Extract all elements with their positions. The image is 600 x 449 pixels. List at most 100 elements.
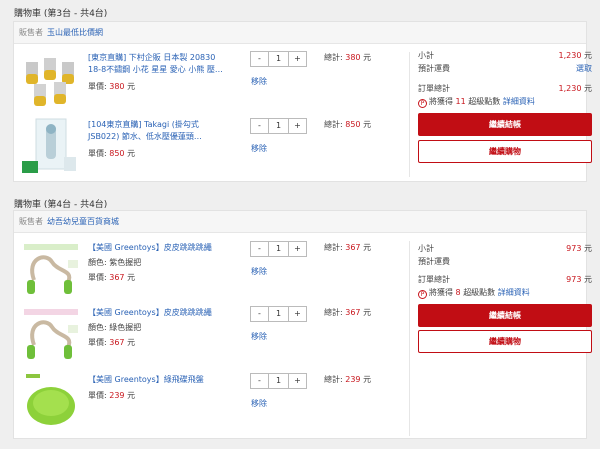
order-total-label: 訂單總計 (418, 275, 450, 284)
item-total-value: 850 (345, 120, 361, 129)
order-total-row: 訂單總計 1,230 元 (418, 83, 592, 94)
unit-price: 單價: 367 元 (88, 272, 135, 283)
unit-price: 單價: 380 元 (88, 81, 135, 92)
seller-label: 販售者 (19, 28, 43, 37)
currency: 元 (363, 243, 372, 252)
unit-price: 單價: 850 元 (88, 148, 135, 159)
shipping-row: 預計運費 選取 (418, 63, 592, 74)
currency: 元 (363, 375, 372, 384)
points-detail-link[interactable]: 詳細資料 (503, 97, 535, 106)
unit-price-label: 單價: (88, 273, 107, 282)
item-total-value: 367 (345, 243, 361, 252)
cart-item: 【美國 Greentoys】皮皮跳跳跳繩 顏色: 綠色握把 單價: 367 元 … (14, 303, 396, 367)
quantity-stepper: - 1 + (250, 118, 307, 134)
continue-shopping-button[interactable]: 繼續購物 (418, 140, 592, 163)
qty-value[interactable]: 1 (268, 52, 289, 66)
currency: 元 (127, 273, 136, 282)
shipping-label: 預計運費 (418, 64, 450, 73)
subtotal-label: 小計 (418, 244, 434, 253)
points-detail-link[interactable]: 詳細資料 (498, 288, 530, 297)
order-total-label: 訂單總計 (418, 84, 450, 93)
points-row: P 將獲得 8 超級點數 詳細資料 (418, 287, 592, 299)
order-total-row: 訂單總計 973 元 (418, 274, 592, 285)
seller-link[interactable]: 玉山最低比價網 (47, 28, 103, 37)
subtotal-row: 小計 1,230 元 (418, 50, 592, 61)
qty-minus-button[interactable]: - (251, 52, 268, 66)
points-row: P 將獲得 11 超級點數 詳細資料 (418, 96, 592, 108)
product-thumbnail[interactable] (22, 305, 80, 363)
divider (409, 52, 410, 177)
item-total-label: 總計: (324, 308, 343, 317)
cart-card: 販售者 玉山最低比價網 [東京直購] 下村企販 日本製 20830 18-8不鏽鋼… (13, 21, 592, 182)
remove-link[interactable]: 移除 (251, 143, 267, 154)
seller-link[interactable]: 幼吾幼兒童百貨商城 (47, 217, 119, 226)
product-variant: 顏色: 綠色握把 (88, 323, 142, 332)
unit-price-value: 239 (109, 391, 125, 400)
unit-price-label: 單價: (88, 149, 107, 158)
checkout-button[interactable]: 繼續結帳 (418, 113, 592, 136)
product-name-link[interactable]: 【美國 Greentoys】皮皮跳跳跳繩 (88, 307, 230, 319)
order-total-value: 973 (566, 275, 582, 284)
qty-plus-button[interactable]: + (289, 52, 306, 66)
unit-price-value: 380 (109, 82, 125, 91)
currency: 元 (584, 275, 592, 284)
product-name-link[interactable]: [東京直購] 下村企販 日本製 20830 18-8不鏽鋼 小花 星星 愛心 小… (88, 52, 230, 76)
shipping-select-link[interactable]: 選取 (576, 63, 592, 74)
qty-value[interactable]: 1 (268, 242, 289, 256)
shipping-row: 預計運費 (418, 256, 592, 267)
remove-link[interactable]: 移除 (251, 398, 267, 409)
cart-item: 【美國 Greentoys】綠飛碟飛盤 單價: 239 元 - 1 + 移除 總… (14, 370, 396, 434)
quantity-stepper: - 1 + (250, 241, 307, 257)
item-total-label: 總計: (324, 120, 343, 129)
continue-shopping-button[interactable]: 繼續購物 (418, 330, 592, 353)
qty-plus-button[interactable]: + (289, 119, 306, 133)
points-icon: P (418, 290, 427, 299)
qty-value[interactable]: 1 (268, 119, 289, 133)
remove-link[interactable]: 移除 (251, 76, 267, 87)
points-prefix: 將獲得 (429, 97, 453, 106)
product-name-link[interactable]: [104東京直購] Takagi (掛勾式 JSB022) 節水、低水壓優蓮頭… (88, 119, 230, 143)
unit-price-value: 367 (109, 338, 125, 347)
currency: 元 (584, 51, 592, 60)
points-suffix: 超級點數 (463, 288, 496, 297)
order-total-value: 1,230 (558, 84, 582, 93)
seller-label: 販售者 (19, 217, 43, 226)
qty-minus-button[interactable]: - (251, 242, 268, 256)
item-total-label: 總計: (324, 53, 343, 62)
item-total-value: 239 (345, 375, 361, 384)
qty-plus-button[interactable]: + (289, 242, 306, 256)
qty-plus-button[interactable]: + (289, 374, 306, 388)
product-name-link[interactable]: 【美國 Greentoys】綠飛碟飛盤 (88, 374, 230, 386)
product-thumbnail[interactable] (22, 240, 80, 298)
product-thumbnail[interactable] (22, 50, 80, 108)
item-total-label: 總計: (324, 243, 343, 252)
seller-bar: 販售者 幼吾幼兒童百貨商城 (14, 211, 586, 233)
currency: 元 (127, 338, 136, 347)
qty-plus-button[interactable]: + (289, 307, 306, 321)
cart-title: 購物車 (第3台 - 共4台) (14, 9, 108, 19)
unit-price: 單價: 239 元 (88, 390, 135, 401)
qty-value[interactable]: 1 (268, 374, 289, 388)
remove-link[interactable]: 移除 (251, 266, 267, 277)
qty-minus-button[interactable]: - (251, 119, 268, 133)
item-total-label: 總計: (324, 375, 343, 384)
subtotal-value: 1,230 (558, 51, 582, 60)
product-name-link[interactable]: 【美國 Greentoys】皮皮跳跳跳繩 (88, 242, 230, 254)
unit-price-value: 367 (109, 273, 125, 282)
product-thumbnail[interactable] (22, 117, 80, 175)
currency: 元 (363, 308, 372, 317)
qty-value[interactable]: 1 (268, 307, 289, 321)
unit-price-label: 單價: (88, 82, 107, 91)
qty-minus-button[interactable]: - (251, 374, 268, 388)
qty-minus-button[interactable]: - (251, 307, 268, 321)
shipping-label: 預計運費 (418, 257, 450, 266)
subtotal-value: 973 (566, 244, 582, 253)
product-thumbnail[interactable] (22, 372, 80, 430)
points-value: 11 (455, 97, 466, 106)
checkout-button[interactable]: 繼續結帳 (418, 304, 592, 327)
item-total-value: 367 (345, 308, 361, 317)
item-total-value: 380 (345, 53, 361, 62)
remove-link[interactable]: 移除 (251, 331, 267, 342)
item-total: 總計: 380 元 (324, 52, 371, 63)
item-total: 總計: 239 元 (324, 374, 371, 385)
